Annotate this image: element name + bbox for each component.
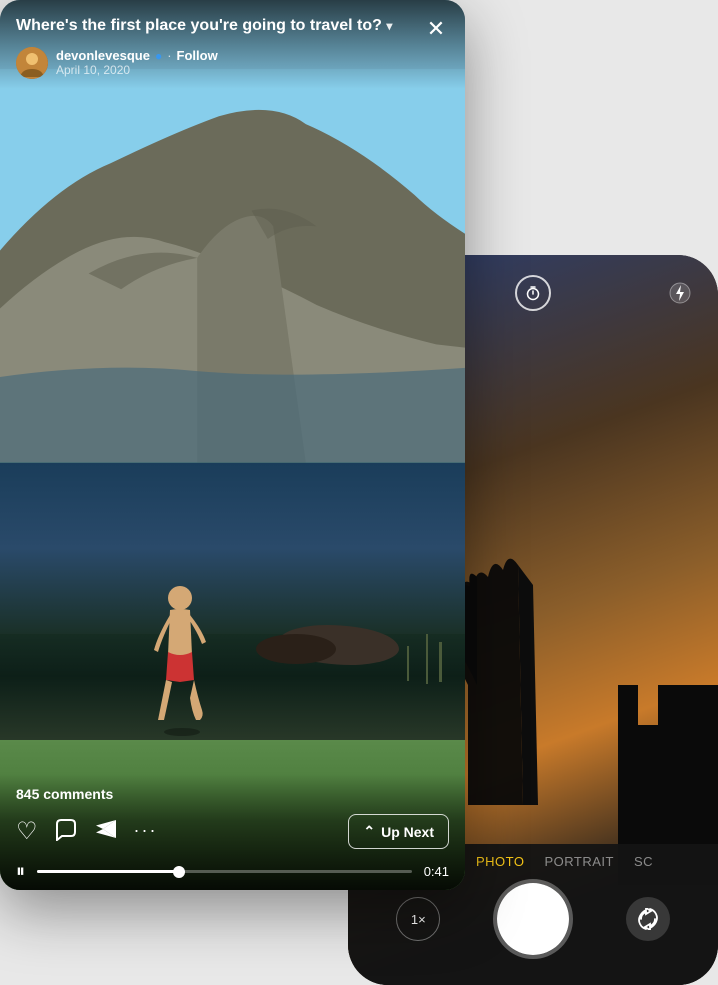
video-progress-bar: ⏸ 0:41 — [0, 861, 465, 890]
story-bottom-overlay: 845 comments ♡ ··· ⌃ Up Next — [0, 774, 465, 890]
mountain-shape — [0, 69, 465, 462]
close-button[interactable]: ✕ — [421, 14, 451, 44]
more-options-button[interactable]: ··· — [134, 820, 158, 841]
verified-badge-icon: ● — [155, 49, 162, 63]
dropdown-arrow-icon[interactable]: ▾ — [386, 19, 392, 33]
up-next-label: Up Next — [381, 824, 434, 840]
follow-button[interactable]: Follow — [177, 48, 218, 63]
story-header: Where's the first place you're going to … — [0, 0, 465, 89]
camera-controls-row: 1× — [348, 883, 718, 955]
up-next-chevron-icon: ⌃ — [363, 823, 375, 840]
camera-mode-sc[interactable]: SC — [634, 854, 653, 869]
shutter-button[interactable] — [497, 883, 569, 955]
time-display: 0:41 — [424, 864, 449, 879]
flip-camera-button[interactable] — [626, 897, 670, 941]
progress-thumb[interactable] — [173, 866, 185, 878]
share-button[interactable] — [94, 817, 118, 847]
camera-mode-photo[interactable]: PHOTO — [476, 854, 525, 869]
instagram-story-card: Where's the first place you're going to … — [0, 0, 465, 890]
camera-mode-portrait[interactable]: PORTRAIT — [544, 854, 614, 869]
user-meta: devonlevesque ● · Follow April 10, 2020 — [56, 48, 218, 77]
progress-fill — [37, 870, 179, 873]
comment-button[interactable] — [54, 817, 78, 847]
story-title: Where's the first place you're going to … — [16, 16, 449, 37]
up-next-button[interactable]: ⌃ Up Next — [348, 814, 449, 849]
post-date: April 10, 2020 — [56, 63, 218, 77]
progress-track[interactable] — [37, 870, 412, 873]
zoom-indicator[interactable]: 1× — [396, 897, 440, 941]
username[interactable]: devonlevesque — [56, 48, 150, 63]
person-silhouette — [140, 580, 220, 740]
comments-count[interactable]: 845 comments — [0, 774, 465, 810]
action-bar: ♡ ··· ⌃ Up Next — [0, 810, 465, 861]
story-user-row: devonlevesque ● · Follow April 10, 2020 — [16, 47, 449, 79]
camera-flash-icon[interactable] — [662, 275, 698, 311]
avatar[interactable] — [16, 47, 48, 79]
separator: · — [167, 48, 171, 63]
like-button[interactable]: ♡ — [16, 817, 38, 846]
pause-button[interactable]: ⏸ — [16, 861, 25, 882]
camera-timer-icon[interactable] — [515, 275, 551, 311]
story-video — [0, 0, 465, 890]
